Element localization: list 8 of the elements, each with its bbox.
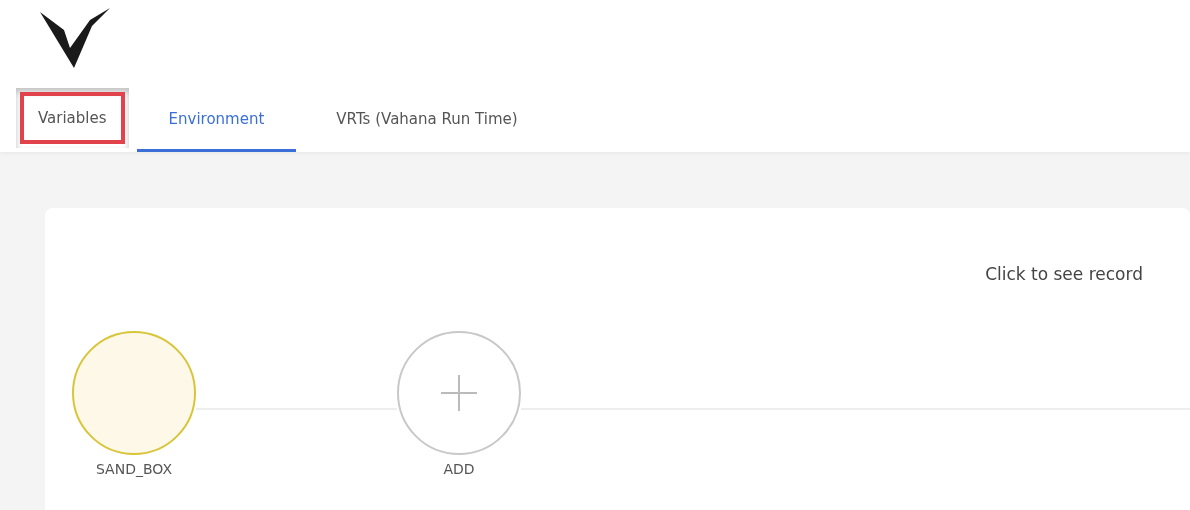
tab[interactable]: Variables xyxy=(16,88,129,148)
tab[interactable]: VRTs (Vahana Run Time) xyxy=(304,88,550,152)
node-label: ADD xyxy=(443,461,475,477)
record-hint: Click to see record xyxy=(984,264,1144,286)
logo-icon xyxy=(40,8,110,68)
plus-icon xyxy=(439,373,479,413)
tab[interactable]: Environment xyxy=(136,88,297,152)
node-label: SAND_BOX xyxy=(95,461,173,477)
